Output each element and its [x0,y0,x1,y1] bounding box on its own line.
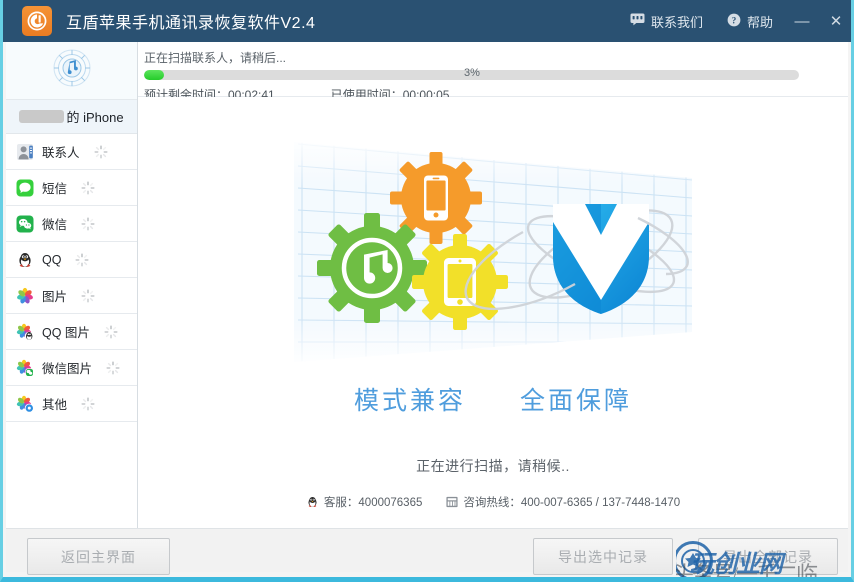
slogan-row: 模式兼容 全面保障 [354,381,632,417]
qq-penguin-icon [19,252,31,267]
sidebar-item-label: 微信图片 [42,362,93,376]
titlebar-actions: 联系我们 ? 帮助 — ✕ [618,0,851,42]
loading-spinner-icon [81,288,95,303]
sidebar-item-photos[interactable]: 图片 [6,278,137,314]
hotline-label: 咨询热线：400-007-6365 / 137-7448-1470 [463,497,681,509]
customer-service-label: 客服：4000076365 [323,497,423,509]
app-title: 互盾苹果手机通讯录恢复软件V2.4 [66,15,316,32]
sidebar-item-label: 联系人 [42,146,80,160]
close-button[interactable]: ✕ [819,0,851,42]
loading-spinner-icon [75,252,89,267]
scanning-message: 正在进行扫描，请稍候.. [416,458,570,474]
scan-progress-panel: 正在扫描联系人，请稍后... 3% 预计剩余时间：00:02:41 已使用时间：… [138,42,848,102]
contacts-icon [17,143,33,160]
device-name-suffix: 的 iPhone [66,110,124,125]
hero-illustration [288,136,698,373]
export-all-label: 导出全部记录 [723,548,813,565]
loading-spinner-icon [81,180,95,195]
contact-us-button[interactable]: 联系我们 [618,0,715,42]
help-button[interactable]: ? 帮助 [715,0,785,42]
progress-bar-fill [144,70,164,80]
close-icon: ✕ [829,13,843,30]
help-label: 帮助 [746,14,773,30]
phone-card-icon [446,496,458,508]
contact-us-label: 联系我们 [650,14,703,30]
content-area: 模式兼容 全面保障 正在进行扫描，请稍候.. 客服：4000076365 咨询热… [138,97,848,539]
sidebar-item-label: 图片 [42,290,68,304]
svg-text:?: ? [732,15,737,25]
device-name: 的 iPhone [6,100,137,134]
export-selected-label: 导出选中记录 [558,548,648,565]
sidebar-item-label: 微信 [42,218,68,232]
device-header [6,42,137,100]
sidebar-item-label: 短信 [42,182,68,196]
minimize-button[interactable]: — [785,0,819,42]
wechat-photos-icon [16,359,34,377]
sidebar-item-contacts[interactable]: 联系人 [6,134,137,170]
progress-percent-label: 3% [464,67,480,79]
redacted-name-block [19,110,65,123]
other-photos-icon [16,395,34,413]
hotline-group: 咨询热线：400-007-6365 / 137-7448-1470 [446,494,680,510]
photos-icon [17,287,33,303]
customer-service-group: 客服：4000076365 [306,494,422,510]
sidebar-item-wechat-photos[interactable]: 微信图片 [6,350,137,386]
sidebar-item-qq-photos[interactable]: QQ 图片 [6,314,137,350]
export-selected-button[interactable]: 导出选中记录 [533,538,673,575]
export-all-button[interactable]: 导出全部记录 [698,538,838,575]
sidebar-item-qq[interactable]: QQ [6,242,137,278]
footer-bar: 返回主界面 导出选中记录 导出全部记录 [6,528,848,575]
wechat-icon [16,215,34,232]
scan-status-text: 正在扫描联系人，请稍后... [144,51,287,65]
sidebar: 的 iPhone 联系人 短信 微信 QQ 图片 QQ 图片 微信图片 其他 [6,42,138,539]
back-to-main-label: 返回主界面 [61,548,136,565]
loading-spinner-icon [104,324,118,339]
slogan-left: 模式兼容 [353,387,466,415]
back-to-main-button[interactable]: 返回主界面 [27,538,170,575]
support-info: 客服：4000076365 咨询热线：400-007-6365 / 137-74… [138,494,848,510]
qq-photos-icon [16,323,34,340]
qq-penguin-icon [308,496,317,508]
speech-bubble-icon [630,13,645,29]
app-logo-icon [22,6,52,36]
minimize-icon: — [794,12,810,30]
sidebar-item-other[interactable]: 其他 [6,386,137,422]
loading-spinner-icon [106,360,120,375]
sidebar-item-messages[interactable]: 短信 [6,170,137,206]
sidebar-item-label: QQ [42,252,62,267]
sidebar-item-label: QQ 图片 [42,326,90,340]
sidebar-item-wechat[interactable]: 微信 [6,206,137,242]
title-bar: 互盾苹果手机通讯录恢复软件V2.4 联系我们 ? 帮助 — ✕ [3,0,851,42]
music-scan-icon [52,48,92,93]
loading-spinner-icon [81,396,95,411]
main-panel: 正在扫描联系人，请稍后... 3% 预计剩余时间：00:02:41 已使用时间：… [138,42,848,539]
slogan-right: 全面保障 [520,387,633,415]
sidebar-item-label: 其他 [42,398,68,412]
application-window: 互盾苹果手机通讯录恢复软件V2.4 联系我们 ? 帮助 — ✕ 的 iPhone… [0,0,854,582]
messages-icon [16,179,34,196]
question-circle-icon: ? [727,13,741,30]
loading-spinner-icon [81,216,95,231]
loading-spinner-icon [93,144,108,159]
